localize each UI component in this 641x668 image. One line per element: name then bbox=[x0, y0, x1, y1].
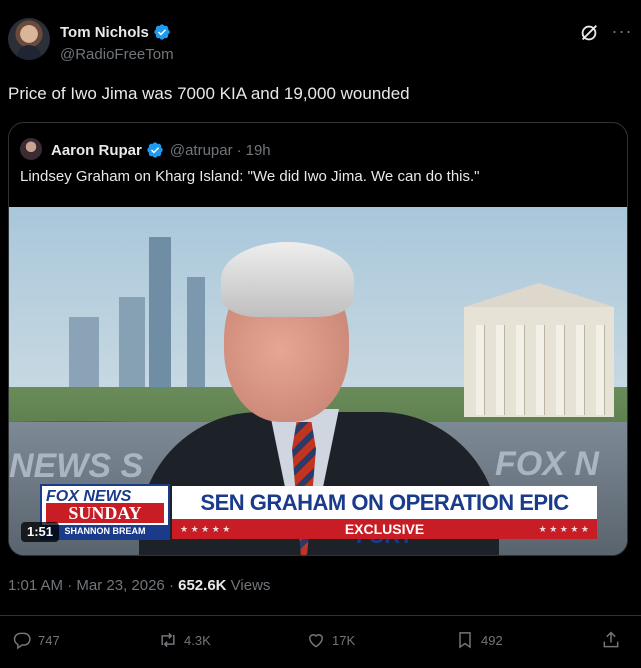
author-handle[interactable]: @RadioFreeTom bbox=[60, 46, 174, 63]
reply-count: 747 bbox=[38, 632, 60, 648]
share-icon bbox=[603, 631, 619, 648]
quoted-author-avatar bbox=[20, 138, 42, 160]
views-count: 652.6K bbox=[178, 577, 227, 594]
quoted-author-handle: @atrupar bbox=[169, 141, 233, 159]
fox-news-sunday-logo: FOX NEWS SUNDAY SHANNON BREAM bbox=[40, 484, 170, 540]
separator-dot: · bbox=[67, 577, 73, 594]
repost-count: 4.3K bbox=[184, 632, 211, 648]
grok-icon[interactable] bbox=[578, 22, 600, 44]
verified-badge-icon bbox=[147, 142, 163, 158]
column bbox=[516, 325, 524, 415]
column bbox=[536, 325, 544, 415]
video-player[interactable]: NEWS S FOX N FOX NEWS SUNDAY SHANNON BRE… bbox=[9, 207, 627, 555]
author-avatar[interactable] bbox=[8, 18, 50, 60]
bookmark-icon bbox=[459, 632, 471, 649]
post-text: Price of Iwo Jima was 7000 KIA and 19,00… bbox=[8, 84, 410, 103]
action-bar: 747 4.3K 17K 492 bbox=[0, 630, 641, 658]
author-name[interactable]: Tom Nichols bbox=[60, 24, 149, 41]
column bbox=[596, 325, 604, 415]
hair bbox=[221, 242, 354, 317]
like-button[interactable]: 17K bbox=[306, 630, 355, 650]
reply-button[interactable]: 747 bbox=[12, 630, 60, 650]
reply-icon bbox=[13, 632, 31, 650]
views-label: Views bbox=[230, 577, 271, 594]
like-icon bbox=[308, 634, 324, 648]
post-time[interactable]: 1:01 AM bbox=[8, 577, 63, 594]
chyron-tag: ★ ★ ★ ★ ★ EXCLUSIVE ★ ★ ★ ★ ★ bbox=[172, 519, 597, 539]
separator-dot: · bbox=[168, 577, 174, 594]
quoted-author-row: Aaron Rupar @atrupar · 19h bbox=[51, 141, 271, 159]
verified-badge-icon bbox=[154, 24, 170, 40]
share-button[interactable] bbox=[601, 630, 627, 650]
post-meta: 1:01 AM · Mar 23, 2026 · 652.6K Views bbox=[8, 577, 270, 594]
post-date[interactable]: Mar 23, 2026 bbox=[76, 577, 164, 594]
chyron-headline: SEN GRAHAM ON OPERATION EPIC FURY bbox=[172, 486, 597, 548]
bookmark-count: 492 bbox=[481, 632, 503, 648]
repost-button[interactable]: 4.3K bbox=[158, 630, 211, 650]
show-name: SUNDAY bbox=[46, 503, 164, 523]
divider bbox=[0, 615, 641, 616]
quoted-post-text: Lindsey Graham on Kharg Island: "We did … bbox=[20, 168, 480, 185]
stars-decoration: ★ ★ ★ ★ ★ bbox=[538, 524, 589, 534]
stars-decoration: ★ ★ ★ ★ ★ bbox=[180, 524, 231, 534]
quoted-post[interactable]: Aaron Rupar @atrupar · 19h Lindsey Graha… bbox=[8, 122, 628, 556]
quoted-post-time: 19h bbox=[245, 141, 271, 159]
bookmark-button[interactable]: 492 bbox=[455, 630, 503, 650]
chyron-tag-text: EXCLUSIVE bbox=[344, 521, 425, 537]
video-duration: 1:51 bbox=[21, 522, 60, 542]
author-name-row: Tom Nichols bbox=[60, 23, 171, 41]
like-count: 17K bbox=[332, 632, 356, 648]
post-header: Tom Nichols @RadioFreeTom ··· bbox=[8, 18, 633, 68]
separator-dot: · bbox=[236, 141, 242, 159]
host-name: SHANNON BREAM bbox=[42, 525, 168, 538]
column bbox=[556, 325, 564, 415]
column bbox=[576, 325, 584, 415]
quoted-author-name: Aaron Rupar bbox=[51, 141, 142, 159]
repost-icon bbox=[161, 632, 175, 648]
more-icon[interactable]: ··· bbox=[611, 22, 633, 44]
chyron: FOX NEWS SUNDAY SHANNON BREAM SEN GRAHAM… bbox=[9, 479, 627, 549]
